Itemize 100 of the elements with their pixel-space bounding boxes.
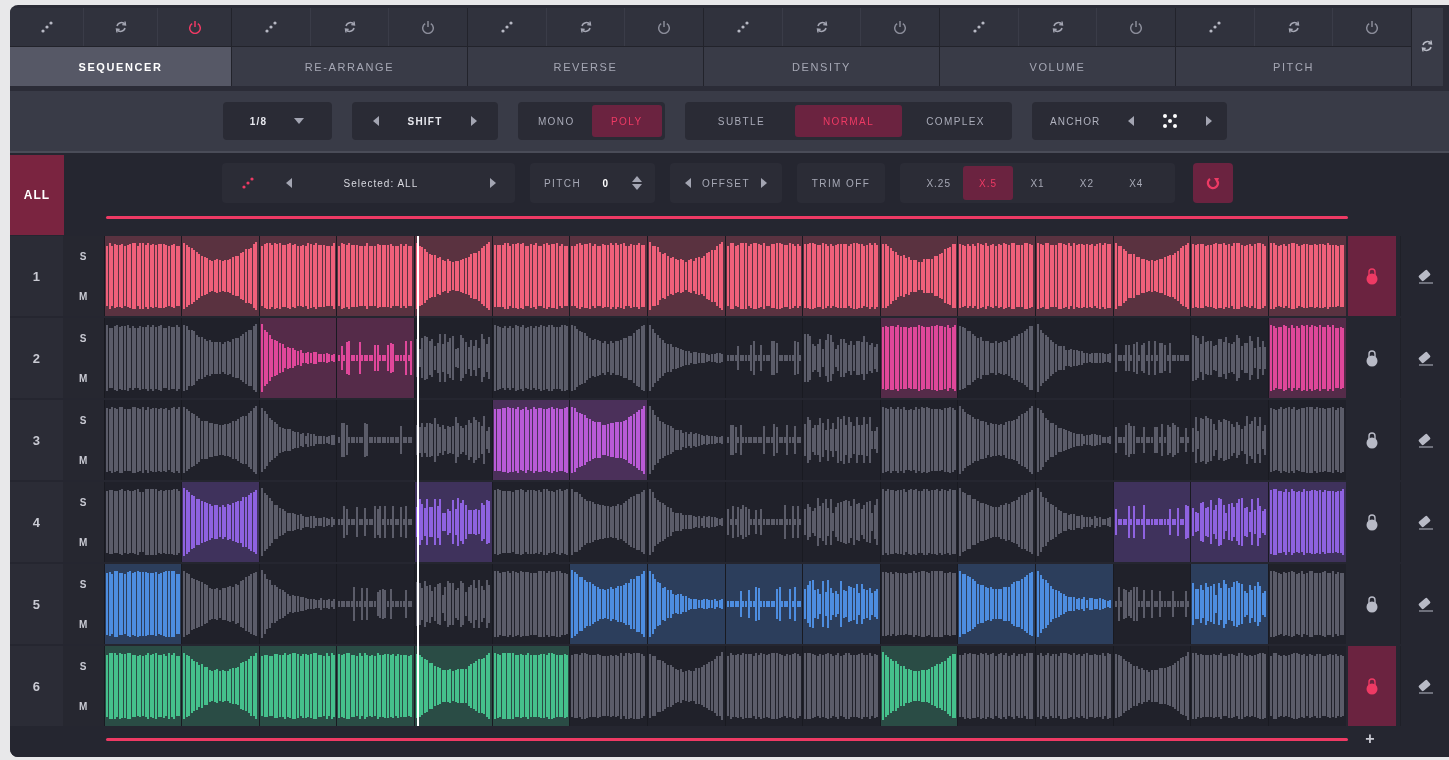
- all-button[interactable]: ALL: [10, 155, 64, 235]
- waveform-cell[interactable]: [491, 482, 570, 562]
- waveform-cell[interactable]: [1190, 318, 1268, 398]
- mode-option[interactable]: MONO: [521, 105, 592, 137]
- mute-button[interactable]: M: [75, 370, 92, 386]
- module-tab[interactable]: PITCH: [1176, 47, 1411, 86]
- left-arrow-icon[interactable]: [372, 115, 380, 127]
- refresh-button[interactable]: [1412, 8, 1443, 86]
- mute-button[interactable]: M: [75, 616, 92, 632]
- dots-icon[interactable]: [40, 21, 53, 33]
- module-tab[interactable]: RE-ARRANGE: [232, 47, 467, 86]
- trim-button[interactable]: TRIM OFF: [797, 163, 885, 203]
- cycle-icon[interactable]: [1286, 20, 1301, 34]
- waveform-cell[interactable]: [802, 318, 880, 398]
- waveform-cell[interactable]: [646, 564, 725, 644]
- waveform-cell[interactable]: [414, 646, 492, 726]
- speed-option[interactable]: X4: [1111, 166, 1162, 200]
- dots-icon[interactable]: [972, 21, 985, 33]
- right-arrow-icon[interactable]: [488, 177, 497, 189]
- waveform-cell[interactable]: [802, 482, 880, 562]
- mute-button[interactable]: M: [75, 534, 92, 550]
- waveform-cell[interactable]: [414, 400, 492, 480]
- waveform-cell[interactable]: [1112, 482, 1191, 562]
- stepper-icon[interactable]: [631, 175, 643, 191]
- module-tab[interactable]: REVERSE: [468, 47, 703, 86]
- speed-option[interactable]: X1: [1012, 166, 1063, 200]
- waveform-cell[interactable]: [1190, 564, 1268, 644]
- mode-option[interactable]: SUBTLE: [688, 105, 795, 137]
- waveform-cell[interactable]: [802, 564, 880, 644]
- waveform-cell[interactable]: [1112, 564, 1191, 644]
- dots-icon[interactable]: [736, 21, 749, 33]
- waveform-cell[interactable]: [414, 482, 492, 562]
- division-dropdown[interactable]: 1/8: [223, 102, 332, 140]
- mute-button[interactable]: M: [75, 452, 92, 468]
- module-tab[interactable]: DENSITY: [704, 47, 939, 86]
- solo-button[interactable]: S: [75, 494, 92, 510]
- lock-button[interactable]: [1347, 236, 1397, 316]
- speed-option[interactable]: X2: [1062, 166, 1112, 200]
- dots-icon[interactable]: [500, 21, 513, 33]
- solo-button[interactable]: S: [75, 576, 92, 592]
- dot-grid-icon[interactable]: [1162, 113, 1179, 129]
- waveform-cell[interactable]: [724, 564, 803, 644]
- module-tab[interactable]: VOLUME: [940, 47, 1175, 86]
- cycle-icon[interactable]: [814, 20, 829, 34]
- power-icon[interactable]: [187, 20, 202, 34]
- cycle-icon[interactable]: [342, 20, 357, 34]
- mute-button[interactable]: M: [75, 698, 92, 714]
- power-icon[interactable]: [421, 20, 436, 34]
- waveform-cell[interactable]: [957, 318, 1036, 398]
- waveform-cell[interactable]: [414, 564, 492, 644]
- waveform-cell[interactable]: [491, 646, 570, 726]
- waveform-cell[interactable]: [181, 564, 259, 644]
- waveform-cell[interactable]: [879, 236, 958, 316]
- power-icon[interactable]: [893, 20, 908, 34]
- reset-button[interactable]: [1193, 163, 1233, 203]
- power-icon[interactable]: [1365, 20, 1380, 34]
- playhead[interactable]: [416, 236, 419, 726]
- waveform-cell[interactable]: [802, 400, 880, 480]
- left-arrow-icon[interactable]: [1127, 115, 1136, 127]
- waveform-cell[interactable]: [336, 400, 415, 480]
- power-icon[interactable]: [657, 20, 672, 34]
- add-track-button[interactable]: +: [1362, 730, 1378, 748]
- left-arrow-icon[interactable]: [684, 177, 692, 189]
- waveform-cell[interactable]: [724, 318, 803, 398]
- power-icon[interactable]: [1129, 20, 1144, 34]
- waveform-cell[interactable]: [1112, 400, 1191, 480]
- waveform-cell[interactable]: [336, 564, 415, 644]
- waveform-cell[interactable]: [957, 564, 1036, 644]
- waveform-cell[interactable]: [646, 482, 725, 562]
- mode-option[interactable]: COMPLEX: [902, 105, 1009, 137]
- waveform-cell[interactable]: [336, 482, 415, 562]
- waveform-cell[interactable]: [1112, 318, 1191, 398]
- waveform-cell[interactable]: [258, 400, 337, 480]
- eraser-icon: [1416, 596, 1435, 612]
- right-arrow-icon[interactable]: [760, 177, 768, 189]
- speed-option[interactable]: X.25: [914, 166, 964, 200]
- solo-button[interactable]: S: [75, 248, 92, 264]
- module-tab[interactable]: SEQUENCER: [10, 47, 231, 86]
- solo-button[interactable]: S: [75, 330, 92, 346]
- waveform-cell[interactable]: [336, 236, 415, 316]
- cycle-icon[interactable]: [113, 20, 128, 34]
- lock-button[interactable]: [1347, 646, 1397, 726]
- waveform-cell[interactable]: [724, 400, 803, 480]
- waveform-cell[interactable]: [1035, 400, 1113, 480]
- right-arrow-icon[interactable]: [1205, 115, 1213, 127]
- waveform-cell[interactable]: [1190, 482, 1268, 562]
- solo-button[interactable]: S: [75, 658, 92, 674]
- draw-icon[interactable]: [242, 177, 254, 189]
- cycle-icon[interactable]: [1050, 20, 1065, 34]
- dots-icon[interactable]: [264, 21, 277, 33]
- waveform-cell[interactable]: [414, 318, 492, 398]
- left-arrow-icon[interactable]: [284, 177, 293, 189]
- mute-button[interactable]: M: [75, 288, 92, 304]
- waveform-cell[interactable]: [1190, 400, 1268, 480]
- dots-icon[interactable]: [1208, 21, 1221, 33]
- cycle-icon[interactable]: [578, 20, 593, 34]
- waveform-cell[interactable]: [724, 482, 803, 562]
- waveform-cell[interactable]: [336, 318, 415, 398]
- solo-button[interactable]: S: [75, 412, 92, 428]
- right-arrow-icon[interactable]: [470, 115, 478, 127]
